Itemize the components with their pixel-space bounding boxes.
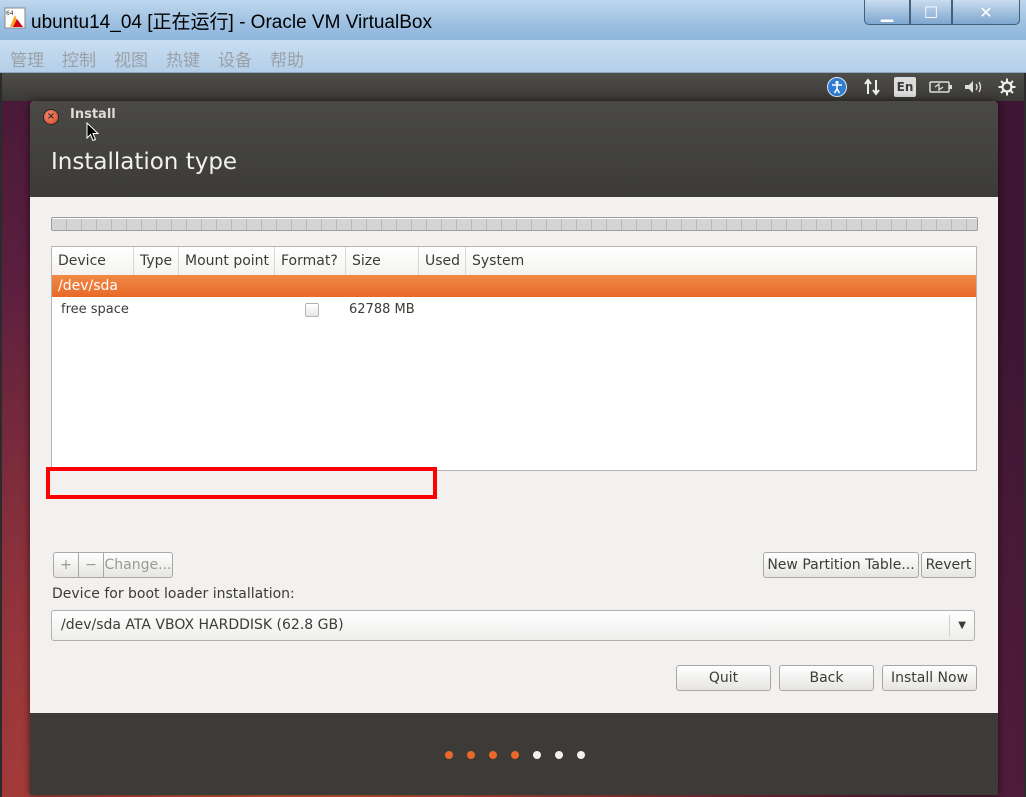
step-dot-complete <box>489 751 497 759</box>
installer-dialog: × Install Installation type Device Type … <box>30 101 998 795</box>
annotation-highlight-box <box>46 467 437 499</box>
page-title: Installation type <box>51 149 238 175</box>
mouse-cursor-icon <box>86 122 100 142</box>
size-value: 62788 MB <box>349 302 415 317</box>
remove-partition-button[interactable]: − <box>78 552 104 578</box>
column-used[interactable]: Used <box>419 247 466 275</box>
maximize-button[interactable]: ☐ <box>910 0 952 25</box>
minimize-icon: ▁ <box>880 2 894 22</box>
accessibility-icon[interactable] <box>826 76 848 98</box>
back-button[interactable]: Back <box>779 665 874 691</box>
add-icon: + <box>60 557 72 573</box>
window-title: ubuntu14_04 [正在运行] - Oracle VM VirtualBo… <box>31 12 432 33</box>
column-device[interactable]: Device <box>52 247 134 275</box>
column-type[interactable]: Type <box>134 247 179 275</box>
close-icon: ✕ <box>979 2 993 22</box>
column-mount-point[interactable]: Mount point <box>179 247 275 275</box>
install-now-button[interactable]: Install Now <box>882 665 977 691</box>
battery-icon[interactable] <box>928 76 954 98</box>
step-dot-complete <box>445 751 453 759</box>
vbox-title-bar: 64 ubuntu14_04 [正在运行] - Oracle VM Virtua… <box>0 0 1026 40</box>
change-partition-button[interactable]: Change... <box>103 552 173 578</box>
close-button[interactable]: ✕ <box>952 0 1020 25</box>
menu-help[interactable]: 帮助 <box>270 46 304 71</box>
volume-icon[interactable] <box>962 76 986 98</box>
menu-hotkeys[interactable]: 热键 <box>166 46 200 71</box>
column-format[interactable]: Format? <box>275 247 346 275</box>
revert-button[interactable]: Revert <box>921 552 976 578</box>
dialog-close-icon[interactable]: × <box>43 109 59 125</box>
menu-manage[interactable]: 管理 <box>10 46 44 71</box>
table-row[interactable]: free space 62788 MB <box>52 297 976 323</box>
svg-text:64: 64 <box>6 10 14 17</box>
vbox-menu-bar: 管理 控制 视图 热键 设备 帮助 <box>0 40 1026 73</box>
menu-devices[interactable]: 设备 <box>218 46 252 71</box>
network-icon[interactable] <box>861 76 883 98</box>
dialog-header: × Install Installation type <box>30 101 998 197</box>
chevron-down-icon: ▼ <box>958 620 966 631</box>
format-checkbox[interactable] <box>305 303 319 317</box>
table-row-selected[interactable]: /dev/sda <box>52 275 976 297</box>
column-size[interactable]: Size <box>346 247 419 275</box>
virtualbox-app-icon: 64 <box>4 7 26 29</box>
minimize-button[interactable]: ▁ <box>864 0 910 25</box>
dialog-footer <box>30 713 998 795</box>
bootloader-device-value: /dev/sda ATA VBOX HARDDISK (62.8 GB) <box>61 617 344 633</box>
step-dot-complete <box>467 751 475 759</box>
menu-view[interactable]: 视图 <box>114 46 148 71</box>
keyboard-layout-indicator[interactable]: En <box>894 77 916 97</box>
partition-table[interactable]: Device Type Mount point Format? Size Use… <box>51 246 977 471</box>
bootloader-device-select[interactable]: /dev/sda ATA VBOX HARDDISK (62.8 GB) ▼ <box>51 610 975 641</box>
menu-control[interactable]: 控制 <box>62 46 96 71</box>
add-partition-button[interactable]: + <box>53 552 79 578</box>
maximize-icon: ☐ <box>923 2 939 22</box>
settings-gear-icon[interactable] <box>996 76 1018 98</box>
column-system[interactable]: System <box>466 247 976 275</box>
free-space-label: free space <box>61 302 129 317</box>
step-dot-pending <box>555 751 563 759</box>
step-dot-pending <box>533 751 541 759</box>
partition-usage-bar <box>51 217 978 231</box>
new-partition-table-button[interactable]: New Partition Table... <box>763 552 919 578</box>
dialog-title: Install <box>70 107 116 122</box>
top-panel: En <box>2 73 1024 101</box>
step-dot-pending <box>577 751 585 759</box>
step-dot-complete <box>511 751 519 759</box>
table-header: Device Type Mount point Format? Size Use… <box>52 247 976 276</box>
device-name: /dev/sda <box>58 278 118 294</box>
combo-separator <box>949 615 950 636</box>
remove-icon: − <box>85 557 97 573</box>
quit-button[interactable]: Quit <box>676 665 771 691</box>
bootloader-label: Device for boot loader installation: <box>52 586 295 602</box>
